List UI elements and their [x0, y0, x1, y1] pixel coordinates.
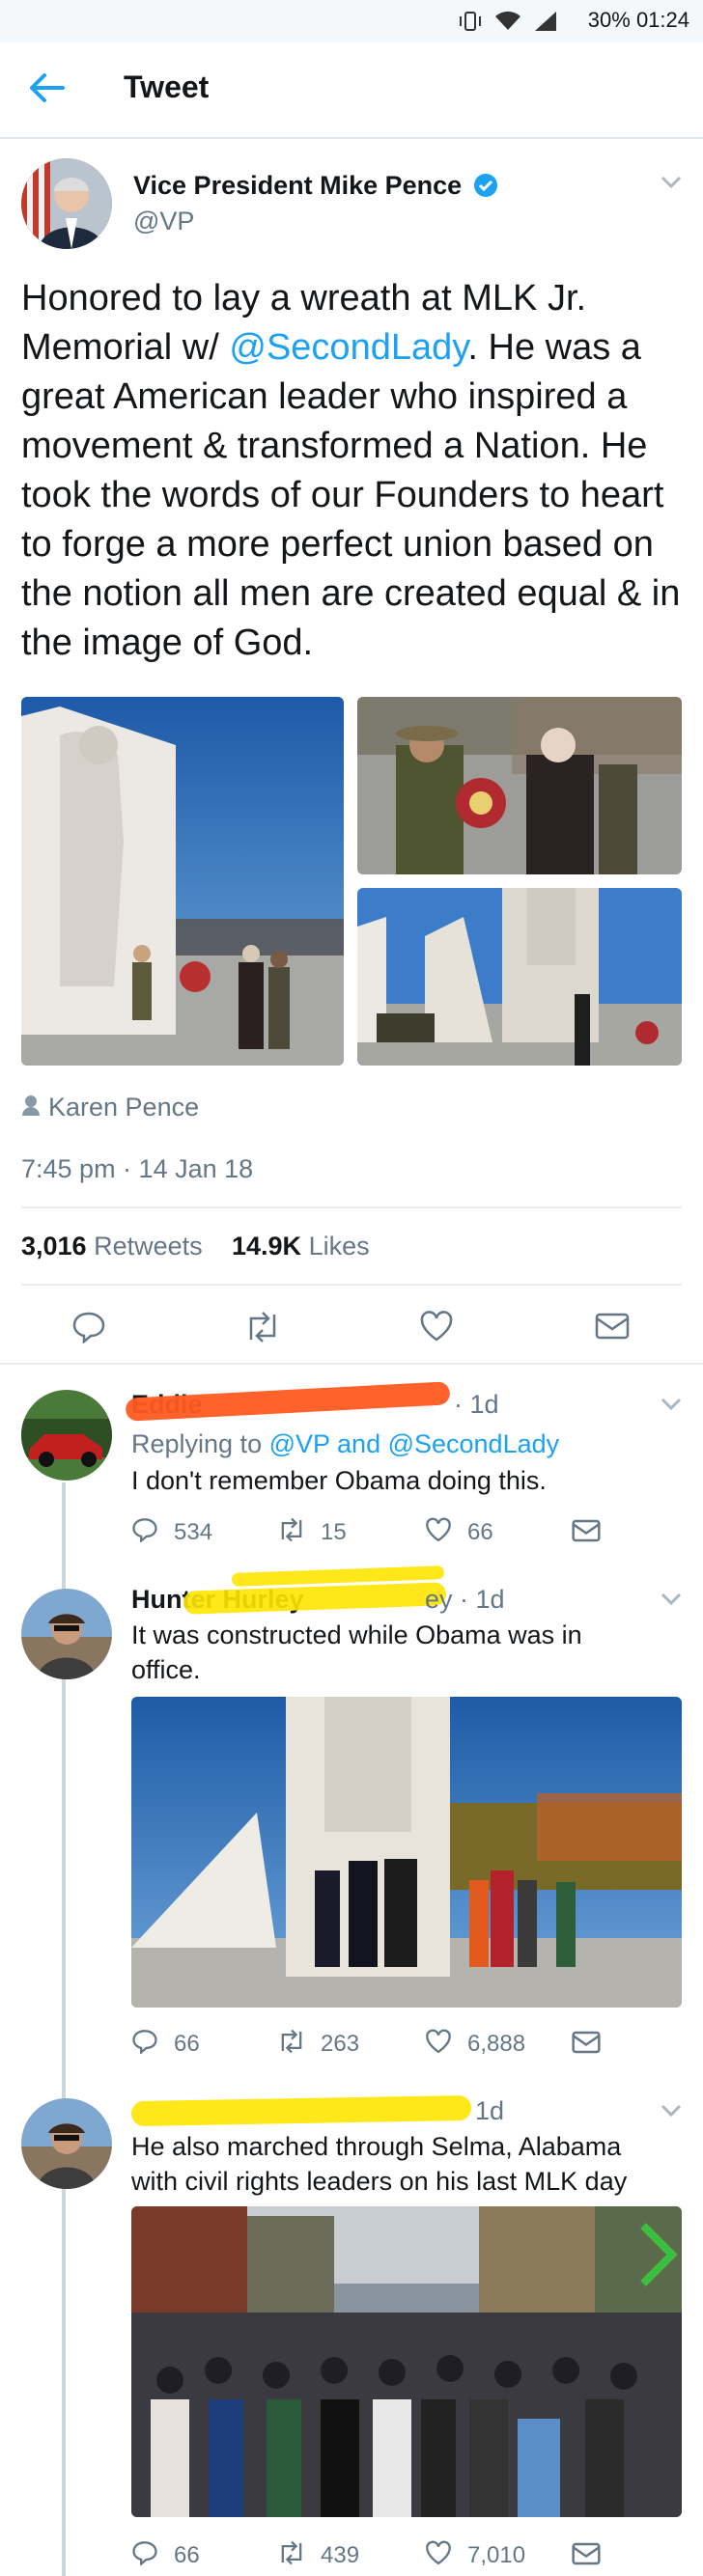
- tweet-text: Honored to lay a wreath at MLK Jr. Memor…: [21, 274, 688, 668]
- tweet-photo-2[interactable]: [357, 697, 682, 874]
- divider: [0, 1573, 703, 1575]
- like-count: 66: [467, 1519, 493, 1545]
- author-handle[interactable]: @VP: [133, 207, 194, 236]
- share-icon[interactable]: [572, 1519, 601, 1542]
- retweet-count: 15: [321, 1519, 347, 1545]
- redaction-scribble: [125, 1381, 451, 1422]
- chevron-down-icon[interactable]: [661, 2104, 682, 2118]
- like-count: 7,010: [467, 2542, 526, 2568]
- heart-icon[interactable]: [425, 1517, 452, 1542]
- tweet-action-bar: [0, 1303, 703, 1351]
- avatar[interactable]: [21, 158, 112, 249]
- reply-photo[interactable]: [131, 2206, 682, 2517]
- share-icon[interactable]: [595, 1313, 630, 1340]
- reply-count: 66: [174, 2031, 200, 2057]
- like-label: Likes: [308, 1232, 370, 1260]
- tweet-photo-3[interactable]: [357, 888, 682, 1066]
- avatar[interactable]: [21, 2098, 112, 2189]
- retweet-icon[interactable]: [276, 2540, 307, 2565]
- reply-action-bar: 534 15 66: [131, 1513, 682, 1552]
- replying-prefix: Replying to: [131, 1429, 269, 1458]
- share-icon[interactable]: [572, 2542, 601, 2565]
- like-stats[interactable]: 14.9K Likes: [232, 1232, 370, 1261]
- reply-time: · 1d: [454, 1390, 499, 1419]
- status-text: 30% 01:24: [588, 8, 689, 33]
- wifi-icon: [495, 11, 520, 30]
- retweet-icon[interactable]: [276, 1517, 307, 1542]
- replying-to: Replying to @VP and @SecondLady: [131, 1426, 559, 1461]
- reply-action-bar: 66 439 7,010: [131, 2536, 682, 2575]
- divider: [21, 1206, 682, 1208]
- replying-to-link[interactable]: @VP and @SecondLady: [269, 1429, 560, 1458]
- retweet-label: Retweets: [94, 1232, 203, 1260]
- clock: 01:24: [635, 8, 689, 32]
- reply-icon[interactable]: [131, 2540, 158, 2565]
- retweet-icon[interactable]: [276, 2029, 307, 2054]
- retweet-count: 439: [321, 2542, 360, 2568]
- reply-action-bar: 66 263 6,888: [131, 2025, 682, 2064]
- like-count: 14.9K: [232, 1232, 302, 1260]
- chevron-down-icon[interactable]: [661, 176, 682, 189]
- top-header: Tweet: [0, 42, 703, 139]
- reply-time: ey · 1d: [425, 1585, 505, 1614]
- author-name[interactable]: Vice President Mike Pence: [133, 171, 498, 201]
- status-icons: [458, 10, 558, 33]
- reply-count: 66: [174, 2542, 200, 2568]
- tweet-text-part: . He was a great American leader who ins…: [21, 327, 681, 663]
- verified-badge-icon: [473, 174, 497, 197]
- reply-icon[interactable]: [71, 1311, 106, 1343]
- vibrate-icon: [460, 12, 481, 31]
- highlight-scribble: [130, 2094, 472, 2127]
- reply-photo[interactable]: [131, 1697, 682, 2008]
- reply-text: He also marched through Selma, Alabama w…: [131, 2132, 628, 2196]
- retweet-count: 263: [321, 2031, 360, 2057]
- back-arrow-icon[interactable]: [27, 71, 66, 104]
- heart-icon[interactable]: [419, 1311, 454, 1342]
- divider: [0, 1363, 703, 1365]
- tagged-person[interactable]: Karen Pence: [48, 1093, 199, 1122]
- reply-count: 534: [174, 1519, 213, 1545]
- heart-icon[interactable]: [425, 2029, 452, 2054]
- status-bar: 30% 01:24: [0, 0, 703, 42]
- share-icon[interactable]: [572, 2031, 601, 2054]
- avatar[interactable]: [21, 1589, 112, 1679]
- tweet-photo-1[interactable]: [21, 697, 344, 1066]
- heart-icon[interactable]: [425, 2540, 452, 2565]
- avatar[interactable]: [21, 1390, 112, 1481]
- tweet-timestamp: 7:45 pm · 14 Jan 18: [21, 1154, 254, 1183]
- chevron-down-icon[interactable]: [661, 1398, 682, 1411]
- page-title: Tweet: [124, 69, 210, 104]
- like-count: 6,888: [467, 2031, 526, 2057]
- author-name-text: Vice President Mike Pence: [133, 171, 463, 200]
- retweet-stats[interactable]: 3,016 Retweets: [21, 1232, 203, 1261]
- reply-text: I don't remember Obama doing this.: [131, 1466, 547, 1495]
- person-icon: [22, 1095, 40, 1116]
- reply-text: It was constructed while Obama was in of…: [131, 1620, 582, 1684]
- reply-time: 1d: [475, 2096, 505, 2125]
- retweet-icon[interactable]: [243, 1311, 282, 1343]
- mention-link[interactable]: @SecondLady: [229, 327, 467, 368]
- reply-icon[interactable]: [131, 1517, 158, 1542]
- chevron-down-icon[interactable]: [661, 1593, 682, 1606]
- signal-icon: [535, 12, 556, 31]
- reply-icon[interactable]: [131, 2029, 158, 2054]
- battery-level: 30%: [587, 8, 631, 32]
- divider: [21, 1284, 682, 1286]
- retweet-count: 3,016: [21, 1232, 87, 1260]
